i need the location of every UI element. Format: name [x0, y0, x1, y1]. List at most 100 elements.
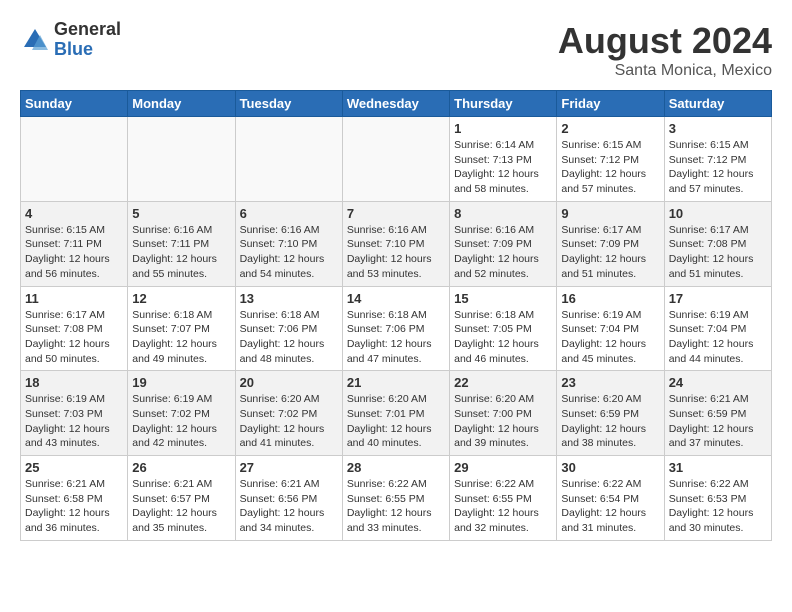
day-number: 27 [240, 460, 338, 475]
day-number: 7 [347, 206, 445, 221]
calendar-cell: 7 Sunrise: 6:16 AMSunset: 7:10 PMDaylight… [342, 201, 449, 286]
logo-icon [20, 25, 50, 55]
calendar-cell: 3 Sunrise: 6:15 AMSunset: 7:12 PMDaylight… [664, 117, 771, 202]
cell-text: Sunrise: 6:21 AMSunset: 6:57 PMDaylight:… [132, 477, 230, 536]
calendar-cell: 12 Sunrise: 6:18 AMSunset: 7:07 PMDayligh… [128, 286, 235, 371]
cell-text: Sunrise: 6:14 AMSunset: 7:13 PMDaylight:… [454, 138, 552, 197]
calendar-cell: 21 Sunrise: 6:20 AMSunset: 7:01 PMDayligh… [342, 371, 449, 456]
cell-text: Sunrise: 6:16 AMSunset: 7:11 PMDaylight:… [132, 223, 230, 282]
week-row-1: 1 Sunrise: 6:14 AMSunset: 7:13 PMDaylight… [21, 117, 772, 202]
calendar-cell: 9Sunrise: 6:17 AMSunset: 7:09 PMDaylight… [557, 201, 664, 286]
header-day-thursday: Thursday [450, 91, 557, 117]
cell-text: Sunrise: 6:22 AMSunset: 6:54 PMDaylight:… [561, 477, 659, 536]
cell-text: Sunrise: 6:22 AMSunset: 6:55 PMDaylight:… [347, 477, 445, 536]
location-title: Santa Monica, Mexico [558, 62, 772, 80]
header-day-saturday: Saturday [664, 91, 771, 117]
day-number: 2 [561, 121, 659, 136]
cell-text: Sunrise: 6:18 AMSunset: 7:06 PMDaylight:… [347, 308, 445, 367]
day-number: 12 [132, 291, 230, 306]
header-day-wednesday: Wednesday [342, 91, 449, 117]
calendar-cell: 14 Sunrise: 6:18 AMSunset: 7:06 PMDayligh… [342, 286, 449, 371]
calendar-cell: 6 Sunrise: 6:16 AMSunset: 7:10 PMDaylight… [235, 201, 342, 286]
calendar-cell [128, 117, 235, 202]
calendar-cell: 30 Sunrise: 6:22 AMSunset: 6:54 PMDayligh… [557, 456, 664, 541]
day-number: 4 [25, 206, 123, 221]
calendar-table: SundayMondayTuesdayWednesdayThursdayFrid… [20, 90, 772, 541]
week-row-2: 4Sunrise: 6:15 AMSunset: 7:11 PMDaylight… [21, 201, 772, 286]
week-row-3: 11Sunrise: 6:17 AMSunset: 7:08 PMDayligh… [21, 286, 772, 371]
calendar-cell: 27 Sunrise: 6:21 AMSunset: 6:56 PMDayligh… [235, 456, 342, 541]
cell-text: Sunrise: 6:20 AMSunset: 6:59 PMDaylight:… [561, 392, 659, 451]
header-row: SundayMondayTuesdayWednesdayThursdayFrid… [21, 91, 772, 117]
week-row-5: 25 Sunrise: 6:21 AMSunset: 6:58 PMDayligh… [21, 456, 772, 541]
calendar-cell: 20 Sunrise: 6:20 AMSunset: 7:02 PMDayligh… [235, 371, 342, 456]
calendar-cell: 16Sunrise: 6:19 AMSunset: 7:04 PMDayligh… [557, 286, 664, 371]
header-day-sunday: Sunday [21, 91, 128, 117]
cell-text: Sunrise: 6:18 AMSunset: 7:06 PMDaylight:… [240, 308, 338, 367]
calendar-cell: 2 Sunrise: 6:15 AMSunset: 7:12 PMDaylight… [557, 117, 664, 202]
cell-text: Sunrise: 6:18 AMSunset: 7:05 PMDaylight:… [454, 308, 552, 367]
calendar-cell: 5 Sunrise: 6:16 AMSunset: 7:11 PMDaylight… [128, 201, 235, 286]
calendar-cell [21, 117, 128, 202]
day-number: 25 [25, 460, 123, 475]
day-number: 1 [454, 121, 552, 136]
calendar-cell: 10 Sunrise: 6:17 AMSunset: 7:08 PMDayligh… [664, 201, 771, 286]
cell-text: Sunrise: 6:22 AMSunset: 6:55 PMDaylight:… [454, 477, 552, 536]
day-number: 31 [669, 460, 767, 475]
calendar-cell: 15 Sunrise: 6:18 AMSunset: 7:05 PMDayligh… [450, 286, 557, 371]
day-number: 28 [347, 460, 445, 475]
day-number: 18 [25, 375, 123, 390]
logo-blue-text: Blue [54, 40, 121, 60]
calendar-cell [342, 117, 449, 202]
cell-text: Sunrise: 6:21 AMSunset: 6:58 PMDaylight:… [25, 477, 123, 536]
cell-text: Sunrise: 6:16 AMSunset: 7:10 PMDaylight:… [240, 223, 338, 282]
cell-text: Sunrise: 6:19 AMSunset: 7:04 PMDaylight:… [669, 308, 767, 367]
cell-text: Sunrise: 6:15 AMSunset: 7:12 PMDaylight:… [669, 138, 767, 197]
cell-text: Sunrise: 6:16 AMSunset: 7:09 PMDaylight:… [454, 223, 552, 282]
day-number: 14 [347, 291, 445, 306]
cell-text: Sunrise: 6:20 AMSunset: 7:02 PMDaylight:… [240, 392, 338, 451]
day-number: 6 [240, 206, 338, 221]
logo-general-text: General [54, 20, 121, 40]
calendar-cell: 1 Sunrise: 6:14 AMSunset: 7:13 PMDaylight… [450, 117, 557, 202]
day-number: 23 [561, 375, 659, 390]
day-number: 15 [454, 291, 552, 306]
cell-text: Sunrise: 6:20 AMSunset: 7:01 PMDaylight:… [347, 392, 445, 451]
day-number: 30 [561, 460, 659, 475]
cell-text: Sunrise: 6:19 AMSunset: 7:02 PMDaylight:… [132, 392, 230, 451]
day-number: 19 [132, 375, 230, 390]
cell-text: Sunrise: 6:20 AMSunset: 7:00 PMDaylight:… [454, 392, 552, 451]
cell-text: Sunrise: 6:18 AMSunset: 7:07 PMDaylight:… [132, 308, 230, 367]
calendar-cell: 13 Sunrise: 6:18 AMSunset: 7:06 PMDayligh… [235, 286, 342, 371]
title-block: August 2024 Santa Monica, Mexico [558, 20, 772, 80]
cell-text: Sunrise: 6:16 AMSunset: 7:10 PMDaylight:… [347, 223, 445, 282]
calendar-cell: 25 Sunrise: 6:21 AMSunset: 6:58 PMDayligh… [21, 456, 128, 541]
cell-text: Sunrise: 6:21 AMSunset: 6:56 PMDaylight:… [240, 477, 338, 536]
week-row-4: 18 Sunrise: 6:19 AMSunset: 7:03 PMDayligh… [21, 371, 772, 456]
header-day-friday: Friday [557, 91, 664, 117]
calendar-cell: 18 Sunrise: 6:19 AMSunset: 7:03 PMDayligh… [21, 371, 128, 456]
day-number: 20 [240, 375, 338, 390]
cell-text: Sunrise: 6:19 AMSunset: 7:04 PMDaylight:… [561, 308, 659, 367]
day-number: 10 [669, 206, 767, 221]
cell-text: Sunrise: 6:17 AMSunset: 7:08 PMDaylight:… [669, 223, 767, 282]
day-number: 3 [669, 121, 767, 136]
cell-text: Sunrise: 6:15 AMSunset: 7:12 PMDaylight:… [561, 138, 659, 197]
calendar-cell: 4Sunrise: 6:15 AMSunset: 7:11 PMDaylight… [21, 201, 128, 286]
cell-text: Sunrise: 6:22 AMSunset: 6:53 PMDaylight:… [669, 477, 767, 536]
calendar-header: SundayMondayTuesdayWednesdayThursdayFrid… [21, 91, 772, 117]
day-number: 22 [454, 375, 552, 390]
calendar-cell: 22 Sunrise: 6:20 AMSunset: 7:00 PMDayligh… [450, 371, 557, 456]
page-header: General Blue August 2024 Santa Monica, M… [20, 20, 772, 80]
day-number: 11 [25, 291, 123, 306]
day-number: 26 [132, 460, 230, 475]
day-number: 13 [240, 291, 338, 306]
cell-text: Sunrise: 6:19 AMSunset: 7:03 PMDaylight:… [25, 392, 123, 451]
calendar-body: 1 Sunrise: 6:14 AMSunset: 7:13 PMDaylight… [21, 117, 772, 541]
calendar-cell: 17Sunrise: 6:19 AMSunset: 7:04 PMDayligh… [664, 286, 771, 371]
day-number: 29 [454, 460, 552, 475]
day-number: 5 [132, 206, 230, 221]
day-number: 21 [347, 375, 445, 390]
day-number: 9 [561, 206, 659, 221]
logo: General Blue [20, 20, 121, 60]
